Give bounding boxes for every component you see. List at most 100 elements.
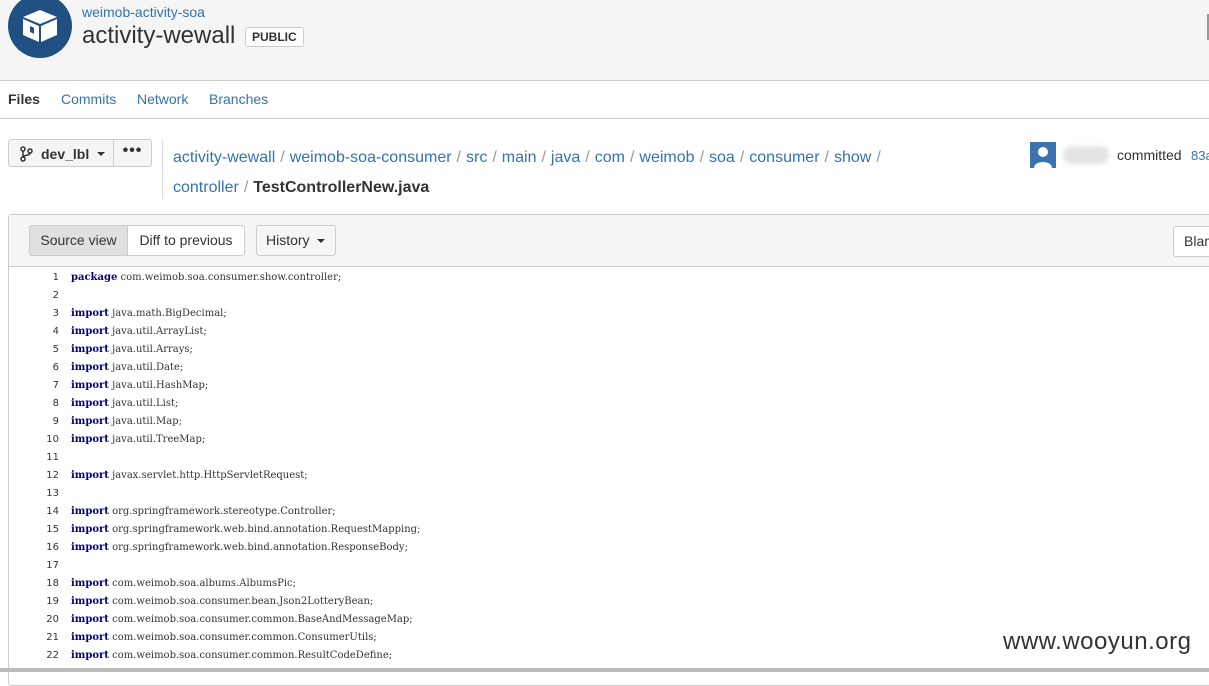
window-bottom-edge	[0, 668, 1209, 672]
line-number[interactable]: 16	[9, 539, 59, 557]
code-text: import java.math.BigDecimal;	[71, 305, 227, 323]
line-number[interactable]: 19	[9, 593, 59, 611]
history-button[interactable]: History	[256, 225, 336, 256]
breadcrumb: activity-wewall / weimob-soa-consumer / src /…	[173, 149, 881, 196]
code-line: 19 import com.weimob.soa.consumer.bean.Js…	[9, 593, 1209, 611]
code-keyword: import	[71, 308, 109, 319]
repo-title: activity-wewall	[82, 22, 236, 49]
code-line: 8 import java.util.List;	[9, 395, 1209, 413]
source-view-button[interactable]: Source view	[29, 225, 128, 256]
breadcrumb-segment[interactable]: weimob-soa-consumer	[290, 149, 452, 166]
chevron-down-icon	[97, 152, 105, 156]
line-number[interactable]: 13	[9, 485, 59, 503]
code-text: import java.util.ArrayList;	[71, 323, 207, 341]
line-number[interactable]: 17	[9, 557, 59, 575]
branch-selector[interactable]: dev_lbl	[8, 139, 113, 167]
code-rest: java.util.HashMap;	[108, 380, 209, 391]
breadcrumb-segment[interactable]: show	[834, 149, 871, 166]
code-text: import com.weimob.soa.consumer.common.Re…	[71, 647, 392, 665]
breadcrumb-segment[interactable]: controller	[173, 179, 239, 196]
line-number[interactable]: 8	[9, 395, 59, 413]
blame-button[interactable]: Blame	[1173, 226, 1209, 257]
line-number[interactable]: 22	[9, 647, 59, 665]
code-rest: com.weimob.soa.consumer.common.ResultCod…	[108, 650, 393, 661]
diff-to-previous-button[interactable]: Diff to previous	[128, 225, 245, 256]
line-number[interactable]: 11	[9, 449, 59, 467]
code-rest: javax.servlet.http.HttpServletRequest;	[108, 470, 308, 481]
code-keyword: package	[71, 272, 118, 283]
code-text: import java.util.Map;	[71, 413, 182, 431]
line-number[interactable]: 1	[9, 269, 59, 287]
tab-files[interactable]: Files	[8, 91, 40, 107]
code-rest: com.weimob.soa.albums.AlbumsPic;	[108, 578, 297, 589]
committer-avatar[interactable]	[1030, 142, 1056, 168]
breadcrumb-segment[interactable]: weimob	[639, 149, 694, 166]
line-number[interactable]: 14	[9, 503, 59, 521]
code-rest: org.springframework.web.bind.annotation.…	[108, 542, 408, 553]
line-number[interactable]: 4	[9, 323, 59, 341]
line-number[interactable]: 9	[9, 413, 59, 431]
repo-avatar[interactable]	[8, 0, 72, 58]
code-keyword: import	[71, 470, 109, 481]
line-number[interactable]: 21	[9, 629, 59, 647]
code-text: import java.util.Date;	[71, 359, 183, 377]
code-rest: com.weimob.soa.consumer.common.BaseAndMe…	[108, 614, 413, 625]
code-rest: java.util.TreeMap;	[108, 434, 206, 445]
code-keyword: import	[71, 578, 109, 589]
code-keyword: import	[71, 614, 109, 625]
code-line: 20 import com.weimob.soa.consumer.common.…	[9, 611, 1209, 629]
breadcrumb-segment[interactable]: java	[551, 149, 580, 166]
line-number[interactable]: 20	[9, 611, 59, 629]
code-keyword: import	[71, 326, 109, 337]
file-panel: Source view Diff to previous History Bla…	[8, 214, 1209, 686]
breadcrumb-segment[interactable]: activity-wewall	[173, 149, 275, 166]
breadcrumb-current-file: TestControllerNew.java	[253, 179, 430, 196]
code-keyword: import	[71, 398, 109, 409]
code-line: 14 import org.springframework.stereotype.…	[9, 503, 1209, 521]
box-icon	[23, 10, 57, 42]
code-keyword: import	[71, 596, 109, 607]
code-text: import java.util.TreeMap;	[71, 431, 205, 449]
line-number[interactable]: 5	[9, 341, 59, 359]
line-number[interactable]: 2	[9, 287, 59, 305]
code-keyword: import	[71, 524, 109, 535]
code-line: 10 import java.util.TreeMap;	[9, 431, 1209, 449]
commit-hash-link[interactable]: 83a	[1191, 148, 1209, 163]
breadcrumb-segment[interactable]: soa	[709, 149, 735, 166]
breadcrumb-segment[interactable]: src	[466, 149, 487, 166]
code-text: import org.springframework.web.bind.anno…	[71, 521, 420, 539]
code-line: 13	[9, 485, 1209, 503]
line-number[interactable]: 15	[9, 521, 59, 539]
tab-branches[interactable]: Branches	[209, 91, 268, 107]
tab-commits[interactable]: Commits	[61, 91, 116, 107]
code-text: import java.util.HashMap;	[71, 377, 208, 395]
code-rest: java.util.Map;	[108, 416, 182, 427]
more-actions-button[interactable]: •••	[113, 139, 152, 167]
code-line: 6 import java.util.Date;	[9, 359, 1209, 377]
code-text: import com.weimob.soa.consumer.bean.Json…	[71, 593, 373, 611]
line-number[interactable]: 12	[9, 467, 59, 485]
code-rest: org.springframework.stereotype.Controlle…	[108, 506, 336, 517]
breadcrumb-segment[interactable]: consumer	[749, 149, 819, 166]
code-line: 4 import java.util.ArrayList;	[9, 323, 1209, 341]
line-number[interactable]: 10	[9, 431, 59, 449]
breadcrumb-segment[interactable]: main	[502, 149, 537, 166]
code-rest: java.util.Arrays;	[108, 344, 193, 355]
project-link[interactable]: weimob-activity-soa	[82, 4, 205, 20]
line-number[interactable]: 6	[9, 359, 59, 377]
code-line: 1 package com.weimob.soa.consumer.show.co…	[9, 269, 1209, 287]
code-line: 5 import java.util.Arrays;	[9, 341, 1209, 359]
code-keyword: import	[71, 344, 109, 355]
code-rest: com.weimob.soa.consumer.bean.Json2Lotter…	[108, 596, 374, 607]
code-line: 11	[9, 449, 1209, 467]
breadcrumb-segment[interactable]: com	[595, 149, 625, 166]
code-rest: org.springframework.web.bind.annotation.…	[108, 524, 421, 535]
code-line: 18 import com.weimob.soa.albums.AlbumsPic…	[9, 575, 1209, 593]
line-number[interactable]: 7	[9, 377, 59, 395]
code-text: import com.weimob.soa.consumer.common.Ba…	[71, 611, 413, 629]
line-number[interactable]: 3	[9, 305, 59, 323]
code-line: 2	[9, 287, 1209, 305]
tab-network[interactable]: Network	[137, 91, 188, 107]
watermark: www.wooyun.org	[1003, 628, 1192, 655]
line-number[interactable]: 18	[9, 575, 59, 593]
